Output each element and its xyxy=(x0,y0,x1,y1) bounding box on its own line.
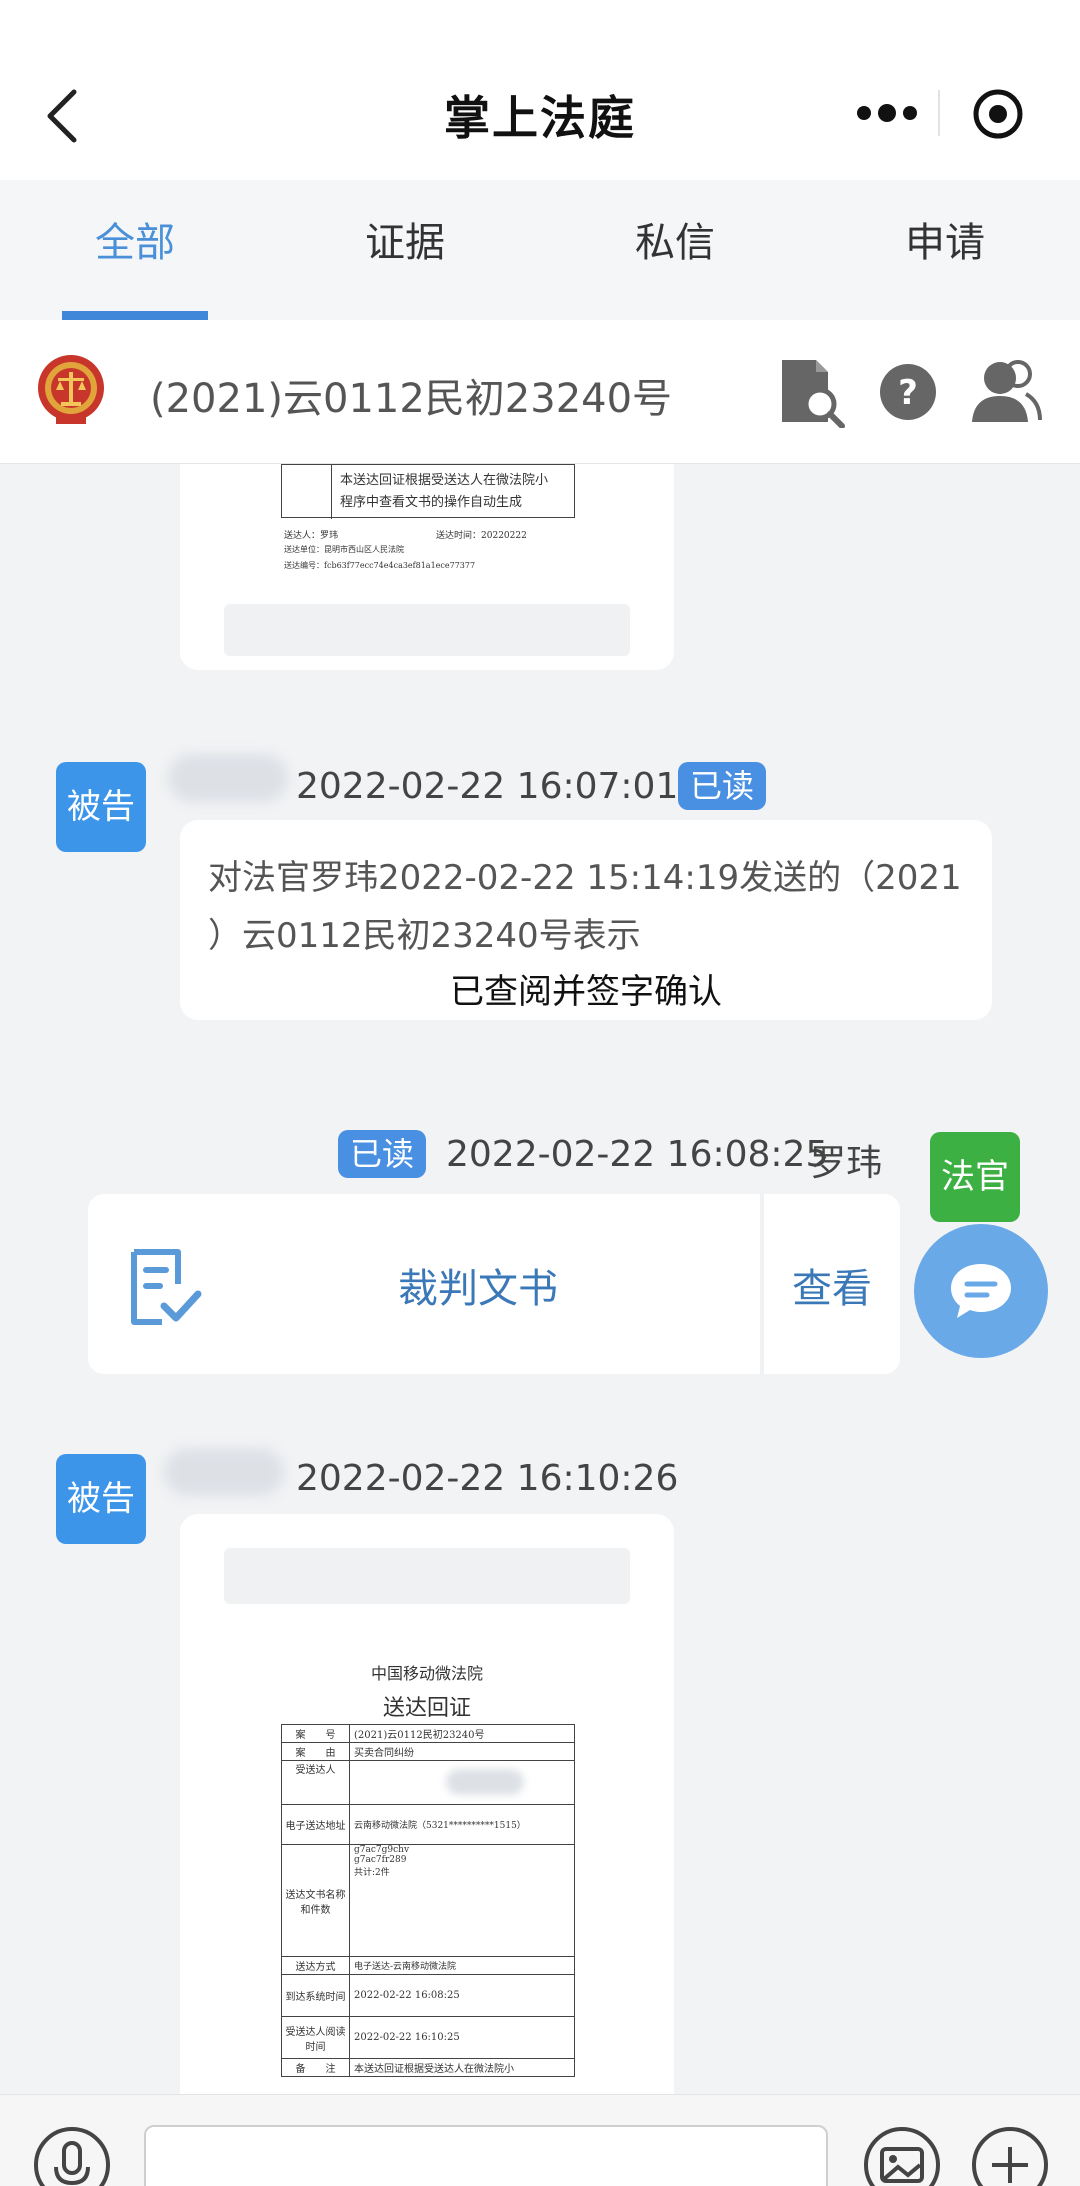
court-emblem-icon xyxy=(38,355,104,424)
table-row: 到达系统时间 2022-02-22 16:08:25 xyxy=(281,1974,575,2017)
view-button[interactable]: 查看 xyxy=(792,1256,872,1314)
read-status-badge: 已读 xyxy=(678,762,767,810)
tab-bar: 全部 证据 私信 申请 xyxy=(0,180,1080,320)
sender-label: 送达人： xyxy=(284,531,321,541)
tab-all[interactable]: 全部 xyxy=(35,210,235,320)
svg-text:?: ? xyxy=(898,373,918,413)
document-search-icon[interactable] xyxy=(776,356,846,428)
plus-icon[interactable] xyxy=(970,2125,1050,2186)
delivery-receipt-image[interactable]: 中国移动微法院 送达回证 案 号 (2021)云0112民初23240号 案 由… xyxy=(180,1514,674,2094)
receipt-org: 中国移动微法院 xyxy=(370,1664,483,1683)
message-text-line: 对法官罗玮2022-02-22 15:14:19发送的（2021 xyxy=(208,858,962,898)
confirmation-message-bubble[interactable]: 对法官罗玮2022-02-22 15:14:19发送的（2021 ）云0112民… xyxy=(180,820,992,1020)
chat-bubble-icon xyxy=(951,1264,1011,1318)
more-icon[interactable] xyxy=(852,96,922,130)
blurred-recipient xyxy=(446,1769,524,1795)
help-icon[interactable]: ? xyxy=(878,362,938,422)
send-time-value: 20220222 xyxy=(481,531,527,541)
message-input-bar xyxy=(0,2094,1080,2186)
case-number: (2021)云0112民初23240号 xyxy=(150,376,673,422)
table-row: 受送达人阅读时间 2022-02-22 16:10:25 xyxy=(281,2016,575,2059)
blurred-region xyxy=(224,604,630,656)
document-check-icon xyxy=(131,1249,202,1325)
message-text-line: ）云0112民初23240号表示 xyxy=(208,916,641,956)
case-header: (2021)云0112民初23240号 ? xyxy=(0,320,1080,464)
capsule-divider xyxy=(938,90,940,136)
receipt-notes-line: 程序中查看文书的操作自动生成 xyxy=(340,495,523,510)
tab-evidence[interactable]: 证据 xyxy=(305,210,505,320)
role-badge-defendant: 被告 xyxy=(56,1454,146,1544)
table-row: 案 号 (2021)云0112民初23240号 xyxy=(281,1724,575,1743)
navigation-bar: 掌上法庭 xyxy=(0,0,1080,180)
message-timestamp: 2022-02-22 16:10:26 xyxy=(296,1458,679,1499)
role-badge-defendant: 被告 xyxy=(56,762,146,852)
receipt-title: 送达回证 xyxy=(382,1696,471,1721)
receipt-notes-box: 本送达回证根据受送达人在微法院小 程序中查看文书的操作自动生成 xyxy=(281,464,575,519)
active-tab-indicator xyxy=(62,311,208,320)
message-timestamp: 2022-02-22 16:08:25 xyxy=(446,1134,829,1175)
voice-input-icon[interactable] xyxy=(32,2125,112,2186)
blurred-sender-name xyxy=(164,1448,284,1496)
table-row: 电子送达地址 云南移动微法院（5321**********1515） xyxy=(281,1804,575,1845)
receipt-notes-line: 本送达回证根据受送达人在微法院小 xyxy=(340,473,549,488)
card-divider xyxy=(760,1194,764,1374)
message-input-field[interactable] xyxy=(144,2125,828,2186)
receipt-table: 案 号 (2021)云0112民初23240号 案 由 买卖合同纠纷 受送达人 … xyxy=(281,1724,575,2077)
delivery-receipt-image-top[interactable]: 本送达回证根据受送达人在微法院小 程序中查看文书的操作自动生成 送达人：罗玮 送… xyxy=(180,464,674,670)
role-badge-judge: 法官 xyxy=(930,1132,1020,1222)
participants-icon[interactable] xyxy=(970,356,1042,424)
image-upload-icon[interactable] xyxy=(862,2125,942,2186)
serial-label: 送达编号： xyxy=(284,561,324,570)
sender-value: 罗玮 xyxy=(320,531,339,541)
unit-label: 送达单位： xyxy=(284,545,324,554)
close-target-icon[interactable] xyxy=(972,88,1024,140)
judgment-document-title: 裁判文书 xyxy=(398,1266,558,1312)
table-row: 案 由 买卖合同纠纷 xyxy=(281,1742,575,1761)
table-row: 送达文书名称和件数 g7ac7g9chv g7ac7fr289 共计:2件 xyxy=(281,1844,575,1957)
chat-fab-button[interactable] xyxy=(914,1224,1048,1358)
blurred-sender-name xyxy=(168,754,288,802)
message-text-center: 已查阅并签字确认 xyxy=(450,972,722,1012)
mini-program-capsule xyxy=(828,70,1046,156)
table-row: 备 注 本送达回证根据受送达人在微法院小 xyxy=(281,2058,575,2077)
message-sender-name: 罗玮 xyxy=(810,1143,883,1184)
read-status-badge: 已读 xyxy=(338,1130,427,1178)
table-row: 送达方式 电子送达-云南移动微法院 xyxy=(281,1956,575,1975)
serial-value: fcb63f77ecc74e4ca3ef81a1ece77377 xyxy=(324,561,476,570)
send-time-label: 送达时间： xyxy=(436,531,482,541)
judgment-document-card[interactable]: 裁判文书 查看 xyxy=(88,1194,900,1374)
tab-application[interactable]: 申请 xyxy=(845,210,1045,320)
table-row: 受送达人 xyxy=(281,1760,575,1805)
message-timestamp: 2022-02-22 16:07:01 xyxy=(296,766,679,807)
tab-private-message[interactable]: 私信 xyxy=(575,210,775,320)
blurred-region xyxy=(224,1548,630,1604)
unit-value: 昆明市西山区人民法院 xyxy=(324,545,404,554)
